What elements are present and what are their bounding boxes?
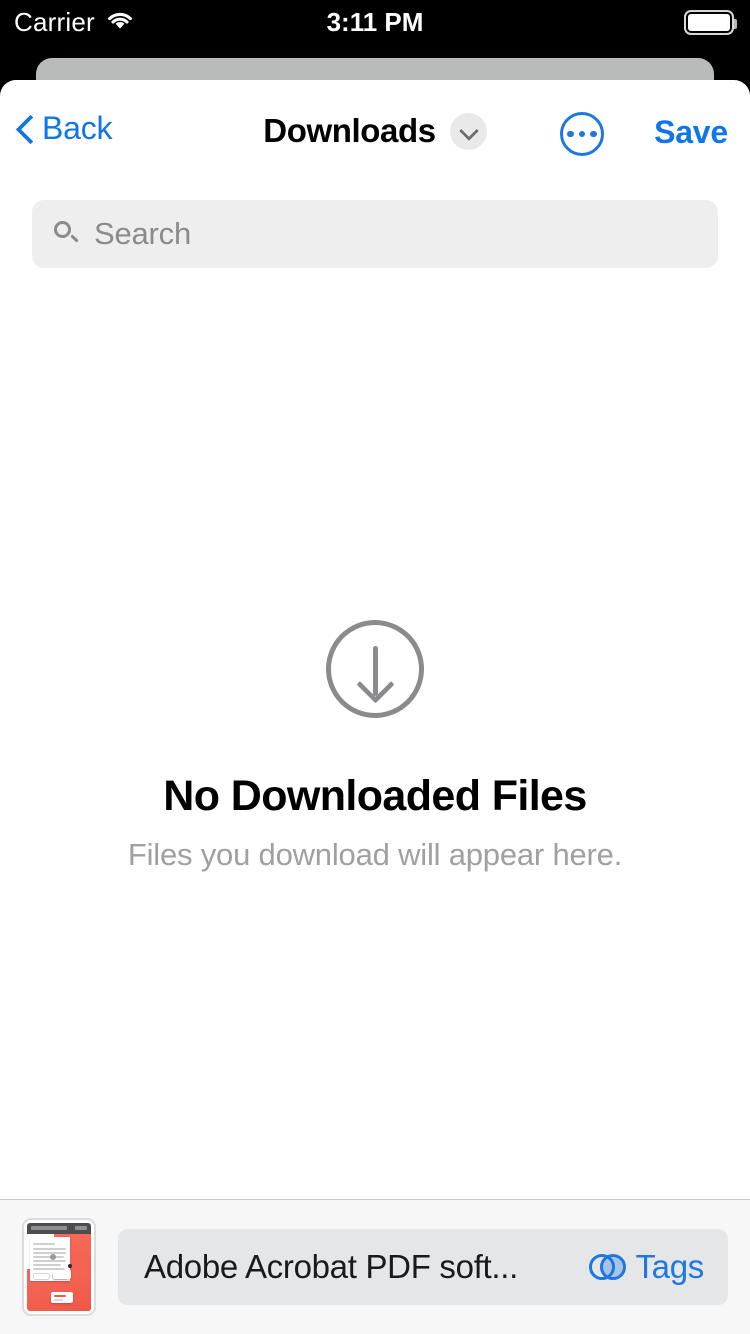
thumbnail-preview: [27, 1223, 91, 1311]
empty-state: No Downloaded Files Files you download w…: [0, 620, 750, 873]
thumbnail-illustration-line: [54, 1295, 66, 1297]
thumbnail-illustration: [51, 1292, 73, 1303]
chevron-left-icon: [18, 115, 34, 143]
empty-state-title: No Downloaded Files: [163, 772, 587, 820]
status-bar-time: 3:11 PM: [326, 6, 424, 37]
phone-screen: Carrier 3:11 PM Back Downloads Save Sear…: [0, 0, 750, 1334]
tags-button-label: Tags: [635, 1248, 704, 1285]
navigation-title-group: Downloads: [0, 112, 750, 150]
thumbnail-url-bar: [31, 1226, 67, 1230]
bottom-bar: Adobe Acrobat PDF soft... Tags: [0, 1200, 750, 1334]
thumbnail-text-line: [33, 1256, 64, 1258]
more-options-button[interactable]: [560, 112, 604, 156]
thumbnail-illustration: [53, 1270, 71, 1279]
battery-icon: [684, 9, 737, 35]
arrow-head: [356, 665, 395, 704]
chevron-down-icon: [461, 124, 476, 139]
search-placeholder: Search: [94, 216, 192, 251]
tags-circles-icon: [589, 1254, 627, 1280]
empty-state-subtitle: Files you download will appear here.: [127, 837, 623, 872]
save-button[interactable]: Save: [654, 114, 728, 151]
thumbnail-text-line: [33, 1252, 66, 1254]
thumbnail-text-line: [33, 1264, 61, 1266]
thumbnail-marker: [68, 1264, 72, 1268]
thumbnail-button: [33, 1273, 50, 1280]
thumbnail-text-line: [33, 1260, 66, 1262]
filename-text: Adobe Acrobat PDF soft...: [144, 1248, 519, 1285]
tags-circle-right: [600, 1254, 627, 1280]
ellipsis-dot: [590, 130, 597, 138]
status-bar: Carrier 3:11 PM: [0, 0, 750, 55]
search-input[interactable]: Search: [32, 200, 718, 268]
thumbnail-avatar: [50, 1254, 56, 1260]
document-thumbnail[interactable]: [22, 1218, 96, 1316]
back-button-label: Back: [42, 110, 113, 146]
filename-field[interactable]: Adobe Acrobat PDF soft... Tags: [118, 1229, 728, 1305]
downloads-sheet: Back Downloads Save Search No Downloaded…: [0, 80, 750, 1334]
thumbnail-illustration-line: [54, 1299, 63, 1301]
battery-level-fill: [688, 13, 730, 31]
search-icon: [54, 221, 80, 247]
thumbnail-text-line: [33, 1248, 66, 1250]
status-bar-right: [684, 0, 737, 44]
download-circle-icon: [326, 620, 424, 718]
ellipsis-dot: [567, 130, 574, 138]
tags-button[interactable]: Tags: [589, 1248, 704, 1286]
thumbnail-chrome-controls: [75, 1226, 87, 1230]
search-bar-container: Search: [0, 200, 750, 268]
ellipsis-dot: [578, 130, 586, 138]
back-button[interactable]: Back: [18, 110, 113, 147]
thumbnail-browser-chrome: [27, 1223, 91, 1234]
page-title: Downloads: [263, 112, 436, 149]
navigation-bar: Back Downloads Save: [0, 80, 750, 190]
location-picker-button[interactable]: [449, 112, 487, 150]
thumbnail-text-line: [33, 1243, 55, 1245]
battery-nub: [734, 18, 737, 29]
